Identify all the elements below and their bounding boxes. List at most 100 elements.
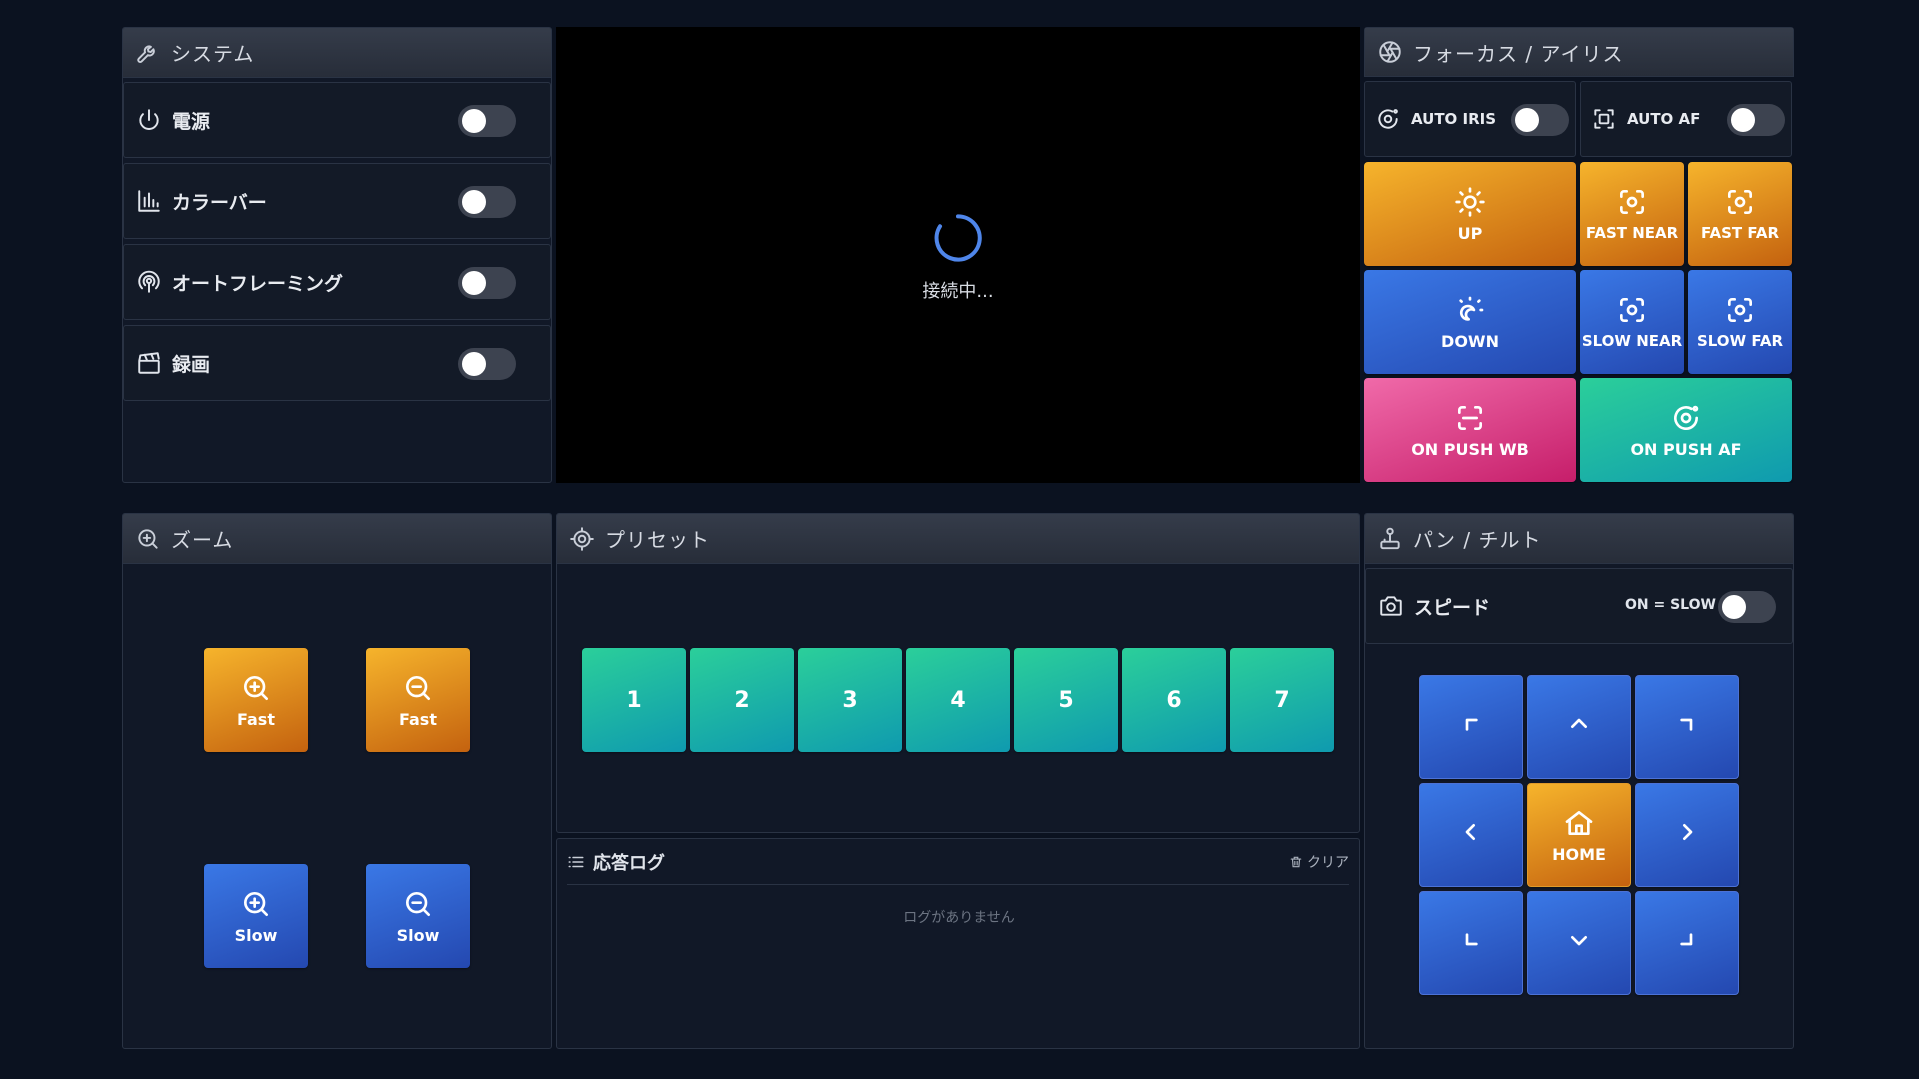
- preset-button-2[interactable]: 2: [690, 648, 794, 752]
- log-clear-button[interactable]: クリア: [1289, 852, 1349, 872]
- auto-af-label: AUTO AF: [1627, 110, 1701, 128]
- pan-up-left-button[interactable]: [1419, 675, 1523, 779]
- fast-far-label: FAST FAR: [1700, 224, 1780, 242]
- zoom-header: ズーム: [123, 514, 551, 564]
- focus-header: フォーカス / アイリス: [1364, 27, 1794, 77]
- iris-down-label: DOWN: [1441, 331, 1499, 351]
- slow-far-button[interactable]: SLOW FAR: [1688, 270, 1792, 374]
- wrench-icon: [137, 44, 155, 63]
- connection-status: 接続中...: [922, 281, 994, 302]
- system-row-colorbar: カラーバー: [123, 163, 551, 239]
- focus-target-icon: [1620, 190, 1644, 214]
- preset-button-3[interactable]: 3: [798, 648, 902, 752]
- preset-label: 5: [1058, 687, 1074, 713]
- iris-down-button[interactable]: DOWN: [1364, 270, 1576, 374]
- auto-iris-label: AUTO IRIS: [1411, 110, 1497, 128]
- zoom-in-fast-button[interactable]: Fast: [204, 648, 308, 752]
- clapperboard-icon: [138, 352, 160, 374]
- log-clear-label: クリア: [1307, 855, 1349, 871]
- pan-left-button[interactable]: [1419, 783, 1523, 887]
- pan-down-right-button[interactable]: [1635, 891, 1739, 995]
- push-af-label: ON PUSH AF: [1630, 439, 1742, 459]
- tilt-up-button[interactable]: [1527, 675, 1631, 779]
- zoom-in-slow-button[interactable]: Slow: [204, 864, 308, 968]
- power-toggle[interactable]: [458, 105, 516, 137]
- aperture-icon: [1379, 41, 1401, 63]
- zoom-in-icon: [244, 891, 268, 916]
- slow-near-button[interactable]: SLOW NEAR: [1580, 270, 1684, 374]
- response-log-panel: 応答ログ クリア ログがありません: [556, 838, 1360, 1049]
- preset-label: 6: [1166, 687, 1182, 713]
- preset-button-7[interactable]: 7: [1230, 648, 1334, 752]
- push-af-button[interactable]: ON PUSH AF: [1580, 378, 1792, 482]
- push-wb-button[interactable]: ON PUSH WB: [1364, 378, 1576, 482]
- sun-dim-icon: [1459, 296, 1484, 321]
- log-empty-text: ログがありません: [903, 910, 1015, 926]
- system-title: システム: [171, 42, 255, 66]
- sun-icon: [1455, 186, 1485, 217]
- trash-icon: [1290, 856, 1302, 868]
- speed-label: スピード: [1414, 596, 1491, 619]
- auto-af-toggle[interactable]: [1727, 104, 1785, 136]
- zoom-out-fast-button[interactable]: Fast: [366, 648, 470, 752]
- iris-up-button[interactable]: UP: [1364, 162, 1576, 266]
- zoom-out-fast-label: Fast: [399, 709, 437, 729]
- push-wb-label: ON PUSH WB: [1411, 439, 1529, 459]
- iris-icon: [1674, 405, 1699, 430]
- crosshair-icon: [570, 526, 594, 551]
- preset-label: 2: [734, 687, 750, 713]
- home-button[interactable]: HOME: [1527, 783, 1631, 887]
- preset-button-6[interactable]: 6: [1122, 648, 1226, 752]
- camera-rotate-icon: [1380, 596, 1402, 616]
- pan-up-right-button[interactable]: [1635, 675, 1739, 779]
- log-header: 応答ログ クリア: [567, 839, 1349, 885]
- zoom-out-slow-button[interactable]: Slow: [366, 864, 470, 968]
- speed-toggle[interactable]: [1718, 591, 1776, 623]
- preset-button-1[interactable]: 1: [582, 648, 686, 752]
- zoom-title: ズーム: [171, 528, 234, 552]
- chevron-right-icon: [1683, 824, 1693, 840]
- autoframing-label: オートフレーミング: [172, 272, 344, 295]
- corner-down-right-icon: [1680, 933, 1693, 946]
- power-label: 電源: [172, 110, 211, 133]
- video-preview: 接続中...: [556, 27, 1360, 483]
- focus-target-icon: [1728, 298, 1752, 322]
- zoom-in-slow-label: Slow: [234, 925, 278, 945]
- zoom-out-icon: [406, 891, 430, 916]
- pan-down-left-button[interactable]: [1419, 891, 1523, 995]
- preset-button-4[interactable]: 4: [906, 648, 1010, 752]
- auto-af-row: AUTO AF: [1580, 81, 1792, 157]
- focus-frame-icon: [1594, 109, 1614, 129]
- log-title: 応答ログ: [593, 852, 665, 874]
- fast-near-label: FAST NEAR: [1585, 224, 1679, 242]
- slow-far-label: SLOW FAR: [1696, 332, 1784, 350]
- tilt-down-button[interactable]: [1527, 891, 1631, 995]
- zoom-out-slow-label: Slow: [396, 925, 440, 945]
- joystick-icon: [1380, 527, 1400, 549]
- pan-right-button[interactable]: [1635, 783, 1739, 887]
- zoom-in-icon: [244, 675, 268, 700]
- preset-button-5[interactable]: 5: [1014, 648, 1118, 752]
- auto-iris-toggle[interactable]: [1511, 104, 1569, 136]
- zoom-in-fast-label: Fast: [237, 709, 275, 729]
- autoframing-toggle[interactable]: [458, 267, 516, 299]
- colorbar-toggle[interactable]: [458, 186, 516, 218]
- chevron-left-icon: [1465, 824, 1475, 840]
- speed-row: スピード ON = SLOW: [1365, 568, 1793, 644]
- chevron-up-icon: [1571, 718, 1587, 728]
- fast-near-button[interactable]: FAST NEAR: [1580, 162, 1684, 266]
- record-toggle[interactable]: [458, 348, 516, 380]
- chevron-down-icon: [1571, 936, 1587, 946]
- home-label: HOME: [1552, 844, 1606, 864]
- fast-far-button[interactable]: FAST FAR: [1688, 162, 1792, 266]
- preset-header: プリセット: [557, 514, 1359, 564]
- preset-label: 4: [950, 687, 966, 713]
- scan-line-icon: [1458, 405, 1482, 430]
- corner-up-right-icon: [1680, 718, 1693, 731]
- system-row-record: 録画: [123, 325, 551, 401]
- preset-title: プリセット: [605, 528, 710, 552]
- loading-spinner-icon: [934, 214, 982, 262]
- corner-down-left-icon: [1465, 933, 1478, 946]
- broadcast-icon: [138, 270, 160, 293]
- corner-up-left-icon: [1465, 718, 1478, 731]
